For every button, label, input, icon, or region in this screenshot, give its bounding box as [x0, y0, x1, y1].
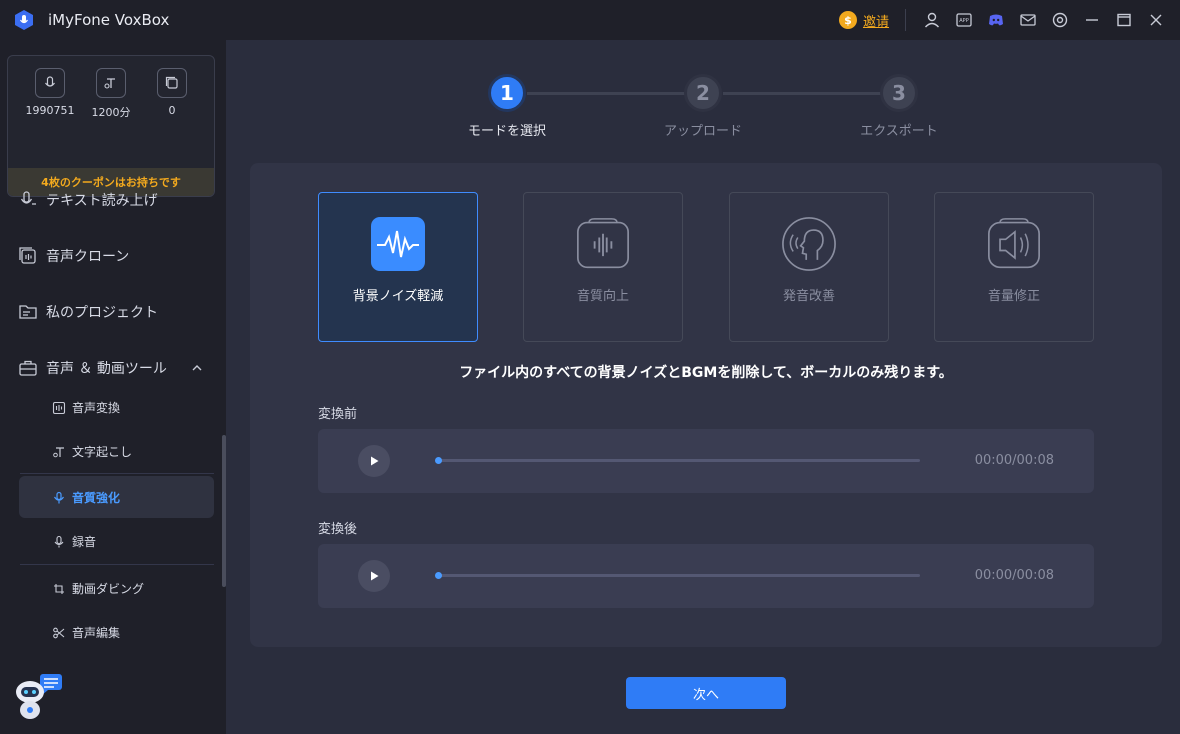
- edit-icon: [53, 627, 65, 638]
- step-label: アップロード: [663, 124, 742, 139]
- playback-time: 00:00/00:08: [974, 568, 1054, 583]
- mode-description: ファイル内のすべての背景ノイズとBGMを削除して、ボーカルのみ残ります。: [459, 365, 953, 381]
- stat-value: 1990751: [25, 104, 75, 117]
- sub-item-transcribe[interactable]: 文字起こし: [52, 443, 132, 460]
- sub-item-label: 音声編集: [72, 626, 121, 640]
- sub-item-audio-edit[interactable]: 音声編集: [52, 624, 120, 641]
- stat-clones: 0: [142, 68, 202, 117]
- sub-item-label: 動画ダビング: [72, 582, 145, 596]
- step-label: エクスポート: [860, 124, 938, 139]
- sidebar-divider: [20, 564, 214, 565]
- sidebar-divider: [20, 473, 214, 474]
- sub-item-audio-enhance[interactable]: 音質強化: [52, 489, 120, 506]
- sub-item-label: 音質強化: [72, 491, 121, 505]
- progress-track[interactable]: [438, 459, 920, 462]
- transcribe-icon: [53, 446, 64, 457]
- invite-link[interactable]: 邀请: [863, 11, 889, 30]
- play-button[interactable]: [358, 560, 390, 592]
- step-select-mode: 1 モードを選択: [437, 74, 577, 139]
- convert-icon: [52, 401, 66, 414]
- audio-bars-icon: [576, 217, 630, 271]
- text-icon: [96, 68, 126, 98]
- stat-value: 0: [168, 104, 176, 117]
- main-content: 1 モードを選択 2 アップロード 3 エクスポート 背景ノイズ軽減 音質向上 …: [226, 40, 1180, 734]
- sub-item-label: 録音: [72, 535, 97, 549]
- chatbot-icon[interactable]: [12, 672, 64, 724]
- mode-quality-improve[interactable]: 音質向上: [523, 192, 683, 342]
- dubbing-icon: [54, 583, 64, 594]
- mode-label: 音量修正: [987, 289, 1040, 304]
- enhance-icon: [54, 491, 64, 503]
- play-icon: [371, 456, 379, 466]
- app-logo-icon: [14, 9, 34, 31]
- mode-label: 音質向上: [576, 289, 629, 304]
- title-bar: iMyFone VoxBox $ 邀请 APP: [0, 0, 1180, 40]
- speaking-head-icon: [782, 217, 836, 271]
- chevron-up-icon[interactable]: [190, 360, 204, 379]
- step-number: 3: [880, 74, 918, 112]
- sub-item-video-dubbing[interactable]: 動画ダビング: [52, 580, 144, 597]
- sub-item-voice-convert[interactable]: 音声変換: [52, 399, 120, 416]
- clone-icon: [157, 68, 187, 98]
- play-icon: [371, 571, 379, 581]
- sub-item-label: 音声変換: [72, 401, 121, 415]
- nav-item-label: テキスト読み上げ: [46, 193, 158, 209]
- svg-text:APP: APP: [959, 18, 968, 24]
- nav-item-my-project[interactable]: 私のプロジェクト: [18, 302, 158, 322]
- sub-item-record[interactable]: 録音: [52, 533, 96, 550]
- after-player: 00:00/00:08: [318, 544, 1094, 608]
- settings-icon[interactable]: [1044, 0, 1076, 40]
- sidebar: 1990751 1200分 0 4枚のクーポンはお持ちです テキスト読み上げ 音…: [0, 40, 226, 734]
- toolbox-icon: [19, 360, 37, 376]
- minimize-icon[interactable]: [1076, 0, 1108, 40]
- mode-label: 発音改善: [782, 289, 835, 304]
- folder-icon: [19, 305, 37, 319]
- stat-minutes: 1200分: [81, 68, 141, 120]
- mode-volume-fix[interactable]: 音量修正: [934, 192, 1094, 342]
- nav-item-tools[interactable]: 音声 ＆ 動画ツール: [18, 358, 167, 378]
- tts-icon: [20, 191, 36, 205]
- step-export: 3 エクスポート: [829, 74, 969, 139]
- step-number: 2: [684, 74, 722, 112]
- close-icon[interactable]: [1140, 0, 1172, 40]
- maximize-icon[interactable]: [1108, 0, 1140, 40]
- nav-item-label: 音声 ＆ 動画ツール: [46, 361, 167, 377]
- after-label: 変換後: [318, 522, 358, 537]
- record-icon: [54, 535, 64, 547]
- account-stats-card: 1990751 1200分 0 4枚のクーポンはお持ちです: [7, 55, 215, 197]
- nav-item-voice-clone[interactable]: 音声クローン: [18, 246, 129, 266]
- playback-time: 00:00/00:08: [974, 453, 1054, 468]
- step-label: モードを選択: [467, 124, 546, 139]
- mic-icon: [35, 68, 65, 98]
- mail-icon[interactable]: [1012, 0, 1044, 40]
- nav-item-tts[interactable]: テキスト読み上げ: [18, 190, 158, 210]
- nav-item-label: 私のプロジェクト: [46, 305, 158, 321]
- play-button[interactable]: [358, 445, 390, 477]
- enhance-panel: 背景ノイズ軽減 音質向上 発音改善 音量修正 ファイル内のすべての背景ノイズとB…: [250, 163, 1162, 647]
- app-title: iMyFone VoxBox: [48, 11, 170, 29]
- before-player: 00:00/00:08: [318, 429, 1094, 493]
- user-icon[interactable]: [916, 0, 948, 40]
- sub-item-label: 文字起こし: [72, 445, 133, 459]
- voice-clone-icon: [19, 247, 36, 264]
- speaker-icon: [987, 217, 1041, 271]
- before-label: 変換前: [318, 407, 358, 422]
- coin-icon[interactable]: $: [838, 11, 857, 29]
- waveform-icon: [371, 217, 425, 271]
- stat-value: 1200分: [91, 106, 131, 119]
- mode-label: 背景ノイズ軽減: [352, 289, 444, 304]
- stat-characters: 1990751: [20, 68, 80, 117]
- titlebar-divider: [905, 9, 906, 31]
- progress-handle[interactable]: [435, 572, 442, 579]
- nav-item-label: 音声クローン: [46, 249, 130, 265]
- progress-handle[interactable]: [435, 457, 442, 464]
- app-icon[interactable]: APP: [948, 0, 980, 40]
- step-number: 1: [488, 74, 526, 112]
- progress-track[interactable]: [438, 574, 920, 577]
- mode-noise-reduction[interactable]: 背景ノイズ軽減: [318, 192, 478, 342]
- discord-icon[interactable]: [980, 0, 1012, 40]
- next-button[interactable]: 次へ: [626, 677, 786, 709]
- step-upload: 2 アップロード: [633, 74, 773, 139]
- mode-pronunciation-improve[interactable]: 発音改善: [729, 192, 889, 342]
